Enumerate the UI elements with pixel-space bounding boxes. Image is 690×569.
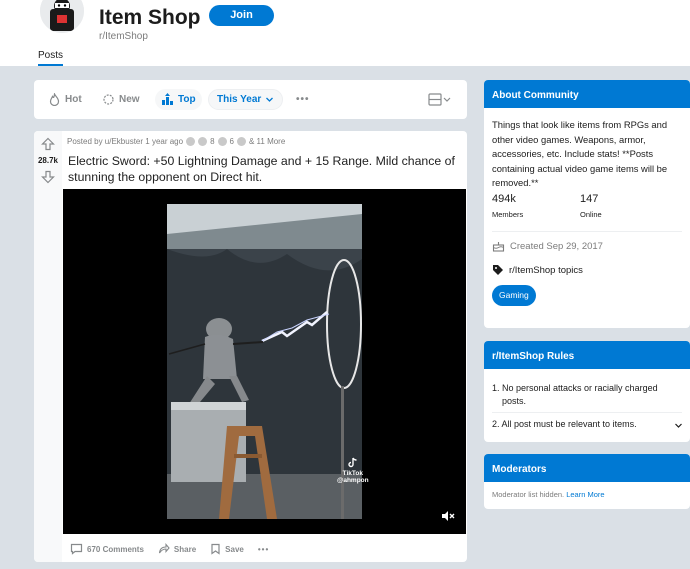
online-label: Online — [580, 210, 602, 219]
members-count: 494k — [492, 193, 516, 205]
members-label: Members — [492, 210, 524, 219]
burst-icon — [103, 94, 114, 105]
learn-more-link[interactable]: Learn More — [566, 490, 604, 499]
tag-icon — [493, 265, 503, 275]
about-community-card: About Community Things that look like it… — [484, 80, 690, 328]
moderators-heading: Moderators — [484, 454, 690, 482]
topics-row: r/ItemShop topics — [492, 264, 583, 276]
award-icon — [236, 137, 246, 146]
comments-count: 670 Comments — [87, 544, 144, 554]
subreddit-header: Item Shop r/ItemShop Join Posts — [0, 0, 690, 66]
comment-icon — [70, 543, 83, 555]
subreddit-title: Item Shop — [99, 6, 201, 29]
divider — [492, 412, 682, 413]
post-actions: 670 Comments Share Save ••• — [70, 540, 283, 558]
bookmark-icon — [211, 543, 220, 555]
mascot-icon — [40, 0, 84, 33]
post-title[interactable]: Electric Sword: +50 Lightning Damage and… — [68, 153, 463, 185]
divider — [492, 231, 682, 232]
award-more[interactable]: & 11 More — [249, 137, 285, 146]
sort-bar: Hot New Top This Year ••• — [34, 80, 467, 119]
downvote-icon[interactable] — [41, 170, 55, 184]
save-button[interactable]: Save — [210, 543, 244, 555]
rules-card: r/ItemShop Rules 1. No personal attacks … — [484, 341, 690, 442]
layout-toggle[interactable] — [428, 89, 454, 110]
flame-icon — [49, 93, 60, 106]
timeframe-dropdown[interactable]: This Year — [208, 89, 284, 110]
sort-more-button[interactable]: ••• — [296, 89, 310, 110]
award-icon — [198, 137, 208, 146]
about-description: Things that look like items from RPGs an… — [492, 119, 668, 188]
award-icon — [186, 137, 196, 146]
rule-text: 2. All post must be relevant to items. — [492, 419, 637, 429]
upvote-icon[interactable] — [41, 137, 55, 151]
sort-top[interactable]: Top — [155, 89, 202, 110]
join-button[interactable]: Join — [209, 5, 274, 26]
sort-top-label: Top — [178, 94, 196, 105]
topics-label: r/ItemShop topics — [509, 264, 583, 276]
subreddit-avatar[interactable] — [37, 0, 87, 36]
comments-button[interactable]: 670 Comments — [70, 543, 144, 555]
moderators-hidden-text: Moderator list hidden. Learn More — [492, 490, 605, 499]
created-label: Created Sep 29, 2017 — [510, 240, 603, 252]
about-heading: About Community — [484, 80, 690, 108]
sort-hot[interactable]: Hot — [48, 89, 82, 110]
timeframe-label: This Year — [217, 94, 262, 105]
cake-icon — [492, 242, 505, 252]
vote-column: 28.7k — [34, 131, 62, 562]
video-still-image — [167, 204, 362, 519]
rule-text: 1. No personal attacks or racially charg… — [492, 383, 658, 406]
chevron-down-icon — [266, 97, 274, 102]
topic-tag-gaming[interactable]: Gaming — [492, 285, 536, 306]
video-frame[interactable] — [167, 204, 362, 519]
post-video-player[interactable]: TikTok @ahmpon — [63, 189, 466, 534]
sort-new-label: New — [119, 94, 140, 105]
chevron-down-icon[interactable] — [674, 421, 683, 430]
tiktok-watermark: TikTok @ahmpon — [337, 457, 369, 484]
post-author-line: Posted by u/Ekbuster 1 year ago — [67, 137, 184, 146]
post-score: 28.7k — [37, 156, 59, 165]
moderators-card: Moderators Moderator list hidden. Learn … — [484, 454, 690, 509]
moderators-hidden-label: Moderator list hidden. — [492, 490, 565, 499]
subreddit-name: r/ItemShop — [99, 31, 148, 42]
post-card[interactable]: 28.7k Posted by u/Ekbuster 1 year ago 8 … — [34, 131, 467, 562]
sort-hot-label: Hot — [65, 94, 82, 105]
top-chart-icon — [162, 93, 173, 105]
rule-item[interactable]: 2. All post must be relevant to items. — [492, 418, 686, 431]
save-label: Save — [225, 544, 244, 554]
rules-heading: r/ItemShop Rules — [484, 341, 690, 369]
tiktok-handle: @ahmpon — [337, 477, 369, 484]
online-count: 147 — [580, 193, 599, 205]
award-icon — [217, 137, 227, 146]
post-more-button[interactable]: ••• — [258, 545, 269, 554]
sort-new[interactable]: New — [102, 89, 140, 110]
award-count: 8 — [210, 137, 215, 146]
share-label: Share — [173, 544, 197, 554]
rule-item[interactable]: 1. No personal attacks or racially charg… — [492, 382, 686, 407]
tiktok-label: TikTok — [342, 470, 363, 477]
created-date: Created Sep 29, 2017 — [492, 240, 603, 252]
post-meta: Posted by u/Ekbuster 1 year ago 8 6 & 11… — [67, 137, 285, 146]
award-count: 6 — [229, 137, 234, 146]
tab-posts[interactable]: Posts — [38, 50, 64, 66]
mute-icon[interactable] — [441, 510, 455, 522]
share-button[interactable]: Share — [158, 543, 196, 555]
card-layout-icon — [428, 93, 451, 106]
share-icon — [158, 543, 170, 554]
tiktok-logo-icon — [348, 457, 357, 468]
